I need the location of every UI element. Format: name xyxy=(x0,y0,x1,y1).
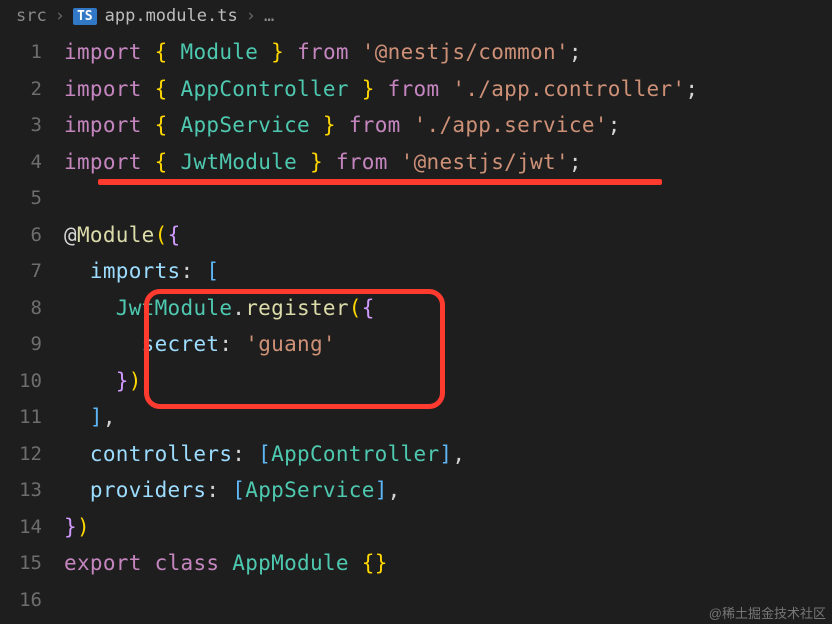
code-line[interactable]: 11 ], xyxy=(0,399,832,436)
code-content[interactable]: ], xyxy=(64,399,116,436)
breadcrumb-file[interactable]: app.module.ts xyxy=(105,6,238,26)
line-number: 15 xyxy=(0,545,64,582)
code-content[interactable]: JwtModule.register({ xyxy=(64,290,375,327)
typescript-icon: TS xyxy=(73,8,97,25)
code-line[interactable]: 9 secret: 'guang' xyxy=(0,326,832,363)
code-line[interactable]: 10 }) xyxy=(0,363,832,400)
line-number: 16 xyxy=(0,582,64,619)
code-line[interactable]: 3import { AppService } from './app.servi… xyxy=(0,107,832,144)
code-line[interactable]: 8 JwtModule.register({ xyxy=(0,290,832,327)
code-content[interactable]: export class AppModule {} xyxy=(64,545,388,582)
breadcrumb-folder[interactable]: src xyxy=(16,6,47,26)
line-number: 12 xyxy=(0,436,64,473)
code-content[interactable]: }) xyxy=(64,363,142,400)
code-editor[interactable]: 1import { Module } from '@nestjs/common'… xyxy=(0,32,832,618)
code-line[interactable]: 13 providers: [AppService], xyxy=(0,472,832,509)
code-line[interactable]: 7 imports: [ xyxy=(0,253,832,290)
breadcrumb[interactable]: src › TS app.module.ts › … xyxy=(0,0,832,32)
code-content[interactable]: providers: [AppService], xyxy=(64,472,401,509)
code-line[interactable]: 4import { JwtModule } from '@nestjs/jwt'… xyxy=(0,144,832,181)
line-number: 1 xyxy=(0,34,64,71)
code-content[interactable]: import { JwtModule } from '@nestjs/jwt'; xyxy=(64,144,582,181)
code-content[interactable]: import { Module } from '@nestjs/common'; xyxy=(64,34,582,71)
code-line[interactable]: 1import { Module } from '@nestjs/common'… xyxy=(0,34,832,71)
line-number: 7 xyxy=(0,253,64,290)
chevron-right-icon: › xyxy=(55,6,65,26)
code-line[interactable]: 5 xyxy=(0,180,832,217)
line-number: 2 xyxy=(0,71,64,108)
code-line[interactable]: 15export class AppModule {} xyxy=(0,545,832,582)
code-line[interactable]: 12 controllers: [AppController], xyxy=(0,436,832,473)
breadcrumb-more[interactable]: … xyxy=(264,6,274,26)
code-line[interactable]: 16 xyxy=(0,582,832,619)
code-content[interactable]: imports: [ xyxy=(64,253,219,290)
line-number: 5 xyxy=(0,180,64,217)
line-number: 9 xyxy=(0,326,64,363)
watermark: @稀土掘金技术社区 xyxy=(709,603,826,622)
line-number: 10 xyxy=(0,363,64,400)
code-content[interactable]: @Module({ xyxy=(64,217,181,254)
line-number: 3 xyxy=(0,107,64,144)
annotation-underline xyxy=(98,179,662,185)
line-number: 6 xyxy=(0,217,64,254)
code-line[interactable]: 2import { AppController } from './app.co… xyxy=(0,71,832,108)
line-number: 4 xyxy=(0,144,64,181)
chevron-right-icon: › xyxy=(246,6,256,26)
code-content[interactable]: import { AppController } from './app.con… xyxy=(64,71,698,108)
code-content[interactable]: }) xyxy=(64,509,90,546)
line-number: 8 xyxy=(0,290,64,327)
line-number: 11 xyxy=(0,399,64,436)
line-number: 13 xyxy=(0,472,64,509)
code-content[interactable]: import { AppService } from './app.servic… xyxy=(64,107,621,144)
code-line[interactable]: 6@Module({ xyxy=(0,217,832,254)
code-line[interactable]: 14}) xyxy=(0,509,832,546)
line-number: 14 xyxy=(0,509,64,546)
code-content[interactable]: controllers: [AppController], xyxy=(64,436,465,473)
code-content[interactable]: secret: 'guang' xyxy=(64,326,336,363)
